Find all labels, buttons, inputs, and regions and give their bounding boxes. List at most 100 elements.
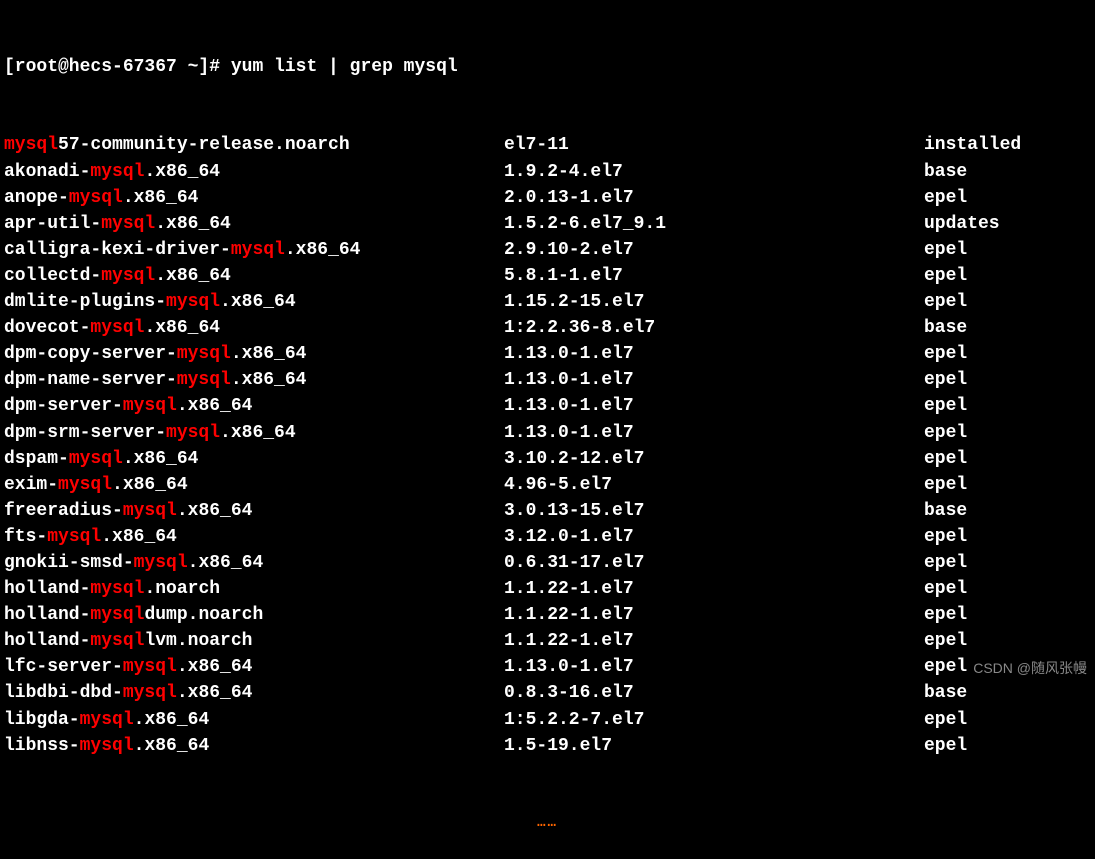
package-version: 1.13.0-1.el7 [504,367,924,393]
grep-match: mysql [58,475,112,495]
package-name-suffix: .x86_64 [231,370,307,390]
package-version: 1:2.2.36-8.el7 [504,315,924,341]
grep-match: mysql [90,579,144,599]
package-name-prefix: dpm-copy-server- [4,344,177,364]
command-text: yum list | grep mysql [231,54,458,80]
package-repo: epel [924,576,1091,602]
package-name-suffix: .x86_64 [134,710,210,730]
package-name: mysql57-community-release.noarch [4,132,504,158]
grep-match: mysql [69,188,123,208]
package-row: gnokii-smsd-mysql.x86_640.6.31-17.el7epe… [4,550,1091,576]
grep-match: mysql [90,605,144,625]
package-version: 3.12.0-1.el7 [504,524,924,550]
grep-match: mysql [166,423,220,443]
package-name-prefix: holland- [4,631,90,651]
package-row: dpm-srm-server-mysql.x86_641.13.0-1.el7e… [4,420,1091,446]
package-repo: epel [924,707,1091,733]
grep-match: mysql [101,214,155,234]
package-row: dovecot-mysql.x86_641:2.2.36-8.el7base [4,315,1091,341]
package-name: dmlite-plugins-mysql.x86_64 [4,289,504,315]
package-name-prefix: dovecot- [4,318,90,338]
package-version: 1.1.22-1.el7 [504,602,924,628]
package-repo: epel [924,733,1091,759]
package-name-suffix: .noarch [144,579,220,599]
package-repo: epel [924,341,1091,367]
package-name: exim-mysql.x86_64 [4,472,504,498]
package-name-prefix: dpm-server- [4,396,123,416]
package-name-prefix: libgda- [4,710,80,730]
grep-match: mysql [123,501,177,521]
package-row: exim-mysql.x86_644.96-5.el7epel [4,472,1091,498]
package-name: libgda-mysql.x86_64 [4,707,504,733]
package-version: 1.13.0-1.el7 [504,420,924,446]
package-name-suffix: .x86_64 [188,553,264,573]
package-name-suffix: .x86_64 [112,475,188,495]
package-version: 1.13.0-1.el7 [504,654,924,680]
package-name-suffix: .x86_64 [231,344,307,364]
grep-match: mysql [80,736,134,756]
grep-match: mysql [90,318,144,338]
package-name-suffix: dump.noarch [144,605,263,625]
package-row: libgda-mysql.x86_641:5.2.2-7.el7epel [4,707,1091,733]
package-name: calligra-kexi-driver-mysql.x86_64 [4,237,504,263]
shell-prompt: [root@hecs-67367 ~]# [4,54,231,80]
grep-match: mysql [80,710,134,730]
package-name: dovecot-mysql.x86_64 [4,315,504,341]
package-name: anope-mysql.x86_64 [4,185,504,211]
package-version: 1.13.0-1.el7 [504,393,924,419]
grep-match: mysql [90,631,144,651]
package-version: 5.8.1-1.el7 [504,263,924,289]
package-row: libnss-mysql.x86_641.5-19.el7epel [4,733,1091,759]
package-row: apr-util-mysql.x86_641.5.2-6.el7_9.1upda… [4,211,1091,237]
package-repo: epel [924,367,1091,393]
package-repo: epel [924,524,1091,550]
package-version: 1:5.2.2-7.el7 [504,707,924,733]
package-repo: epel [924,185,1091,211]
package-version: 4.96-5.el7 [504,472,924,498]
package-row: dspam-mysql.x86_643.10.2-12.el7epel [4,446,1091,472]
package-row: calligra-kexi-driver-mysql.x86_642.9.10-… [4,237,1091,263]
package-version: 1.9.2-4.el7 [504,159,924,185]
package-version: 1.13.0-1.el7 [504,341,924,367]
package-version: 1.1.22-1.el7 [504,628,924,654]
package-row: holland-mysqllvm.noarch1.1.22-1.el7epel [4,628,1091,654]
package-name-suffix: 57-community-release.noarch [58,135,350,155]
package-name-prefix: gnokii-smsd- [4,553,134,573]
package-list: mysql57-community-release.noarchel7-11in… [4,132,1091,758]
package-name-prefix: fts- [4,527,47,547]
package-row: anope-mysql.x86_642.0.13-1.el7epel [4,185,1091,211]
package-repo: base [924,680,1091,706]
grep-match: mysql [177,370,231,390]
package-name-suffix: .x86_64 [144,318,220,338]
package-name: holland-mysql.noarch [4,576,504,602]
package-name: libnss-mysql.x86_64 [4,733,504,759]
package-version: 2.0.13-1.el7 [504,185,924,211]
grep-match: mysql [101,266,155,286]
terminal-output: [root@hecs-67367 ~]# yum list | grep mys… [4,2,1091,859]
package-name-prefix: holland- [4,579,90,599]
package-name-suffix: .x86_64 [177,657,253,677]
package-repo: base [924,498,1091,524]
package-version: 1.5-19.el7 [504,733,924,759]
package-repo: epel [924,393,1091,419]
package-row: akonadi-mysql.x86_641.9.2-4.el7base [4,159,1091,185]
package-repo: epel [924,289,1091,315]
package-name-prefix: holland- [4,605,90,625]
package-repo: base [924,159,1091,185]
package-repo: epel [924,420,1091,446]
grep-match: mysql [166,292,220,312]
package-version: 3.10.2-12.el7 [504,446,924,472]
package-name-suffix: .x86_64 [177,683,253,703]
package-repo: updates [924,211,1091,237]
package-row: holland-mysqldump.noarch1.1.22-1.el7epel [4,602,1091,628]
package-name-prefix: anope- [4,188,69,208]
package-name-prefix: calligra-kexi-driver- [4,240,231,260]
package-name: dpm-server-mysql.x86_64 [4,393,504,419]
package-name-prefix: freeradius- [4,501,123,521]
package-repo: epel [924,446,1091,472]
package-name-prefix: apr-util- [4,214,101,234]
package-row: holland-mysql.noarch1.1.22-1.el7epel [4,576,1091,602]
package-name-suffix: lvm.noarch [144,631,252,651]
package-name: dpm-name-server-mysql.x86_64 [4,367,504,393]
package-name: fts-mysql.x86_64 [4,524,504,550]
